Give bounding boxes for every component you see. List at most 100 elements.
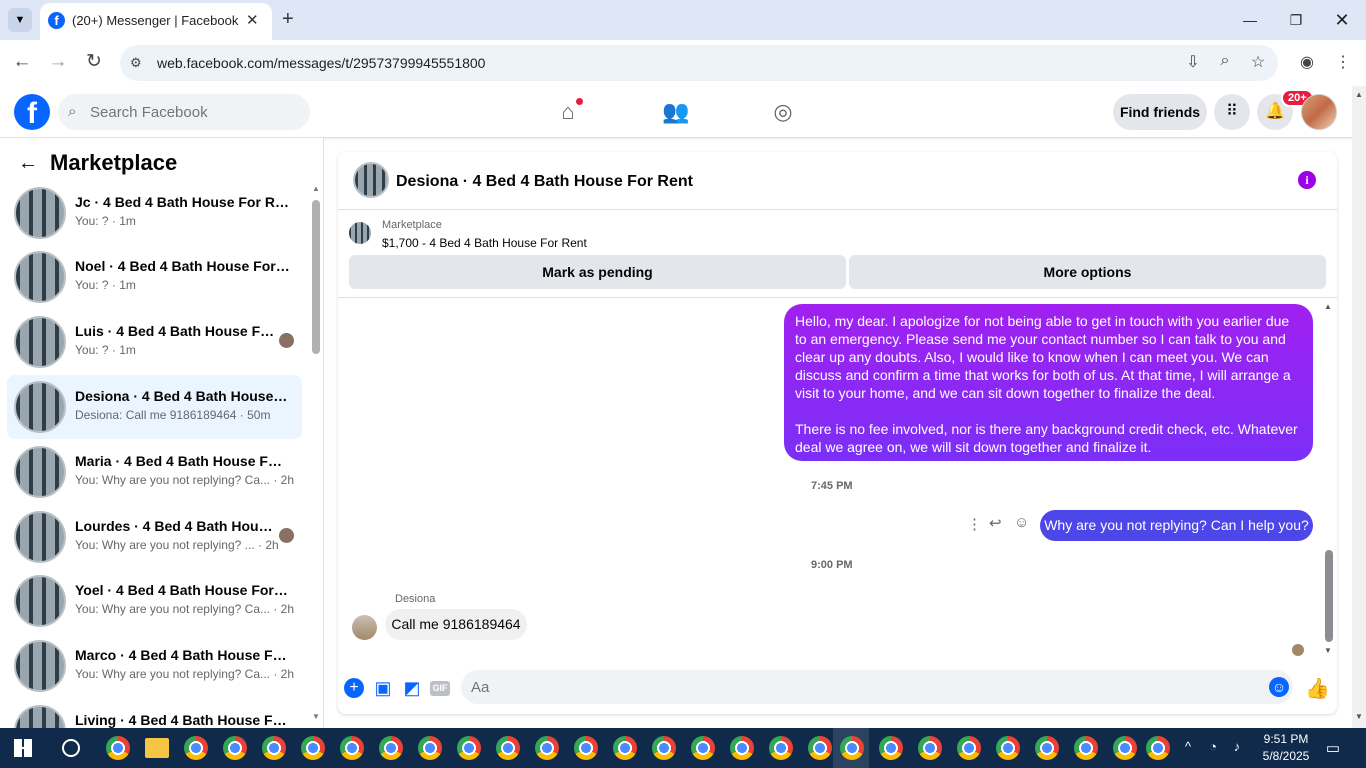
chrome-app-icon[interactable] bbox=[496, 736, 520, 760]
outgoing-message[interactable]: Why are you not replying? Can I help you… bbox=[1040, 510, 1313, 541]
friends-icon[interactable]: 👥 bbox=[662, 98, 690, 126]
menu-kebab-icon[interactable]: ⋮ bbox=[1332, 52, 1354, 72]
chrome-app-icon[interactable] bbox=[418, 736, 442, 760]
scroll-up-icon[interactable]: ▲ bbox=[1324, 302, 1332, 311]
install-app-icon[interactable]: ⇩ bbox=[1182, 52, 1204, 72]
profile-icon[interactable]: ◉ bbox=[1296, 52, 1318, 72]
chrome-app-icon[interactable] bbox=[808, 736, 832, 760]
back-arrow-icon[interactable]: ← bbox=[18, 152, 38, 175]
chrome-app-icon[interactable] bbox=[1035, 736, 1059, 760]
search-box[interactable]: ⌕ bbox=[58, 94, 310, 130]
chat-scrollbar[interactable] bbox=[1325, 550, 1333, 642]
conversation-item[interactable]: Maria · 4 Bed 4 Bath House For ... You: … bbox=[7, 440, 302, 504]
chat-title[interactable]: Desiona · 4 Bed 4 Bath House For Rent bbox=[396, 173, 693, 191]
start-windows-icon[interactable] bbox=[14, 739, 32, 757]
chrome-app-icon[interactable] bbox=[457, 736, 481, 760]
volume-icon[interactable]: ♪ bbox=[1227, 739, 1247, 754]
back-icon[interactable]: ← bbox=[11, 51, 33, 73]
chrome-app-icon[interactable] bbox=[996, 736, 1020, 760]
restore-icon[interactable]: ❐ bbox=[1278, 6, 1314, 34]
chat-avatar[interactable] bbox=[353, 162, 389, 198]
conversation-item[interactable]: Lourdes · 4 Bed 4 Bath House... You: Why… bbox=[7, 505, 302, 569]
chrome-app-icon[interactable] bbox=[879, 736, 903, 760]
groups-icon[interactable]: ◎ bbox=[769, 98, 797, 126]
chrome-app-icon[interactable] bbox=[918, 736, 942, 760]
more-options-button[interactable]: More options bbox=[849, 255, 1326, 289]
reload-icon[interactable]: ↻ bbox=[83, 50, 105, 73]
scroll-down-icon[interactable]: ▼ bbox=[312, 712, 320, 721]
chrome-app-icon[interactable] bbox=[301, 736, 325, 760]
cortana-search-icon[interactable] bbox=[62, 739, 80, 757]
chrome-app-icon[interactable] bbox=[106, 736, 130, 760]
chrome-app-icon[interactable] bbox=[691, 736, 715, 760]
chrome-app-icon[interactable] bbox=[340, 736, 364, 760]
outgoing-message[interactable]: Hello, my dear. I apologize for not bein… bbox=[784, 304, 1313, 461]
chrome-app-icon[interactable] bbox=[574, 736, 598, 760]
listing-price[interactable]: $1,700 - 4 Bed 4 Bath House For Rent bbox=[382, 236, 587, 250]
close-window-icon[interactable]: ✕ bbox=[1324, 6, 1360, 34]
scroll-down-icon[interactable]: ▼ bbox=[1324, 646, 1332, 655]
minimize-icon[interactable]: — bbox=[1232, 6, 1268, 34]
scroll-up-icon[interactable]: ▲ bbox=[1355, 90, 1363, 99]
forward-icon[interactable]: → bbox=[47, 51, 69, 73]
search-input[interactable] bbox=[90, 94, 300, 130]
chrome-app-icon[interactable] bbox=[379, 736, 403, 760]
conversation-item[interactable]: Living · 4 Bed 4 Bath House For ... bbox=[7, 699, 302, 728]
conversation-item[interactable]: Yoel · 4 Bed 4 Bath House For R... You: … bbox=[7, 569, 302, 633]
chrome-app-icon[interactable] bbox=[652, 736, 676, 760]
chrome-app-icon[interactable] bbox=[535, 736, 559, 760]
bookmark-star-icon[interactable]: ☆ bbox=[1247, 52, 1269, 72]
sticker-icon[interactable]: ◩ bbox=[401, 678, 423, 699]
mark-as-pending-button[interactable]: Mark as pending bbox=[349, 255, 846, 289]
menu-grid-icon[interactable]: ⠿ bbox=[1214, 94, 1250, 130]
conversation-item[interactable]: Luis · 4 Bed 4 Bath House For ... You: ?… bbox=[7, 310, 302, 374]
chrome-app-icon[interactable] bbox=[957, 736, 981, 760]
message-more-icon[interactable]: ⋮ bbox=[967, 515, 982, 533]
sender-avatar[interactable] bbox=[352, 615, 377, 640]
network-icon[interactable]: ◔ bbox=[1203, 739, 1223, 754]
reply-icon[interactable]: ↩ bbox=[989, 514, 1002, 532]
chrome-app-icon[interactable] bbox=[223, 736, 247, 760]
message-input[interactable] bbox=[471, 670, 1251, 704]
chrome-app-icon[interactable] bbox=[1146, 736, 1170, 760]
incoming-message[interactable]: Call me 9186189464 bbox=[385, 609, 527, 640]
site-info-icon[interactable]: ⚙ bbox=[130, 55, 142, 71]
close-tab-icon[interactable]: ✕ bbox=[246, 11, 259, 29]
chrome-app-icon[interactable] bbox=[1113, 736, 1137, 760]
file-explorer-icon[interactable] bbox=[145, 738, 169, 758]
add-icon[interactable]: + bbox=[344, 678, 364, 698]
like-thumb-icon[interactable]: 👍 bbox=[1305, 676, 1330, 701]
chrome-app-icon[interactable] bbox=[730, 736, 754, 760]
chrome-app-icon[interactable] bbox=[1074, 736, 1098, 760]
chrome-app-icon[interactable] bbox=[262, 736, 286, 760]
zoom-icon[interactable]: ⌕ bbox=[1214, 52, 1236, 70]
tray-chevron-icon[interactable]: ^ bbox=[1178, 739, 1198, 754]
scroll-up-icon[interactable]: ▲ bbox=[312, 184, 320, 193]
chrome-app-icon[interactable] bbox=[184, 736, 208, 760]
sidebar-scrollbar[interactable] bbox=[312, 200, 320, 354]
conversation-item-active[interactable]: Desiona · 4 Bed 4 Bath House F... Desion… bbox=[7, 375, 302, 439]
notification-center-icon[interactable]: ▭ bbox=[1323, 739, 1343, 757]
taskbar-clock[interactable]: 9:51 PM 5/8/2025 bbox=[1258, 731, 1314, 765]
new-tab-icon[interactable]: + bbox=[282, 8, 294, 31]
conversation-item[interactable]: Marco · 4 Bed 4 Bath House For... You: W… bbox=[7, 634, 302, 698]
browser-tab[interactable]: f (20+) Messenger | Facebook ✕ bbox=[40, 3, 272, 40]
gif-icon[interactable]: GIF bbox=[430, 681, 450, 696]
emoji-icon[interactable]: ☺ bbox=[1269, 677, 1289, 697]
chrome-app-icon[interactable] bbox=[769, 736, 793, 760]
account-avatar[interactable] bbox=[1301, 94, 1337, 130]
photo-icon[interactable]: ▣ bbox=[372, 678, 394, 699]
chrome-app-icon[interactable] bbox=[613, 736, 637, 760]
chrome-app-icon[interactable] bbox=[840, 736, 864, 760]
facebook-logo-icon[interactable]: f bbox=[14, 94, 50, 130]
conversation-item[interactable]: Jc · 4 Bed 4 Bath House For Rent You: ? … bbox=[7, 181, 302, 245]
conversation-item[interactable]: Noel · 4 Bed 4 Bath House For R... You: … bbox=[7, 245, 302, 309]
message-composer[interactable]: ☺ bbox=[461, 670, 1293, 704]
scroll-down-icon[interactable]: ▼ bbox=[1355, 712, 1363, 721]
tab-search-icon[interactable]: ▼ bbox=[8, 8, 32, 32]
find-friends-button[interactable]: Find friends bbox=[1113, 94, 1207, 130]
address-bar[interactable]: ⚙ web.facebook.com/messages/t/2957379994… bbox=[120, 45, 1278, 81]
react-icon[interactable]: ☺ bbox=[1014, 514, 1029, 531]
info-icon[interactable]: i bbox=[1298, 171, 1316, 189]
page-scrollbar[interactable]: ▲ ▼ bbox=[1352, 86, 1366, 728]
